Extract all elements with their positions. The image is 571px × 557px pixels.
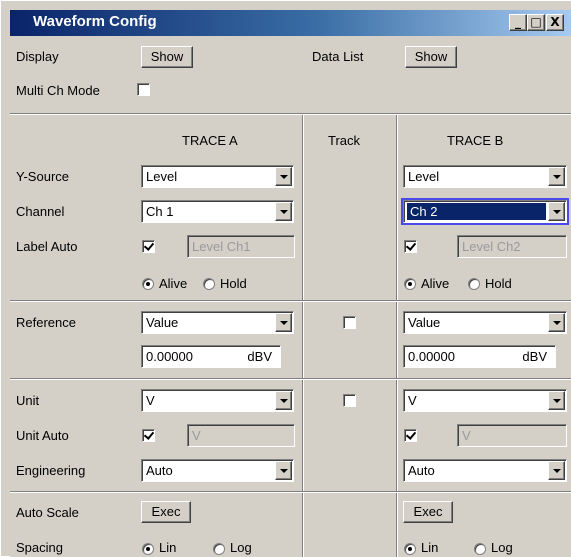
waveform-config-window: Waveform Config _ □ X Display Show Data … <box>0 0 571 557</box>
trace-a-unit-auto-value: V <box>192 428 201 443</box>
divider <box>10 113 571 115</box>
trace-a-alive-radio[interactable] <box>142 278 154 290</box>
trace-a-unit-select[interactable]: V <box>141 389 294 412</box>
restore-button[interactable]: □ <box>527 14 545 31</box>
trace-a-hold-label: Hold <box>220 276 247 291</box>
trace-b-ref-number: 0.00000 <box>408 349 455 364</box>
trace-a-label-value: Level Ch1 <box>192 239 251 254</box>
chevron-down-icon[interactable] <box>275 313 292 332</box>
chevron-down-icon[interactable] <box>548 313 565 332</box>
trace-a-reference-value: Value <box>146 315 179 330</box>
trace-a-alive-label: Alive <box>159 276 188 291</box>
trace-a-unit-auto-checkbox[interactable] <box>142 429 155 442</box>
trace-b-hold-label: Hold <box>485 276 512 291</box>
trace-a-lin-label: Lin <box>159 540 177 555</box>
trace-b-alive-label: Alive <box>421 276 450 291</box>
trace-b-reference-value-field[interactable]: 0.00000 dBV <box>403 345 556 368</box>
engineering-label: Engineering <box>16 463 86 478</box>
chevron-down-icon[interactable] <box>548 167 565 186</box>
trace-a-label-field: Level Ch1 <box>187 235 295 258</box>
divider <box>10 300 571 302</box>
trace-a-auto-scale-button[interactable]: Exec <box>141 501 191 523</box>
divider <box>10 378 571 380</box>
trace-a-log-label: Log <box>230 540 252 555</box>
trace-b-lin-radio[interactable] <box>404 543 416 555</box>
chevron-down-icon[interactable] <box>275 461 292 480</box>
chevron-down-icon[interactable] <box>548 391 565 410</box>
chevron-down-icon[interactable] <box>275 391 292 410</box>
y-source-label: Y-Source <box>16 169 69 184</box>
trace-b-unit-select[interactable]: V <box>403 389 567 412</box>
chevron-down-icon[interactable] <box>275 167 292 186</box>
channel-label: Channel <box>16 204 65 219</box>
trace-b-reference-value: Value <box>408 315 441 330</box>
trace-a-engineering-select[interactable]: Auto <box>141 459 294 482</box>
trace-a-label-auto-checkbox[interactable] <box>142 240 155 253</box>
trace-b-header: TRACE B <box>447 133 504 148</box>
trace-b-label-auto-checkbox[interactable] <box>404 240 417 253</box>
trace-a-ref-number: 0.00000 <box>146 349 193 364</box>
trace-a-hold-radio[interactable] <box>203 278 215 290</box>
trace-a-log-radio[interactable] <box>213 543 225 555</box>
trace-b-label-field: Level Ch2 <box>457 235 567 258</box>
data-list-show-button[interactable]: Show <box>405 46 457 68</box>
trace-a-lin-radio[interactable] <box>142 543 154 555</box>
trace-b-ref-unit: dBV <box>522 349 547 364</box>
trace-b-y-source-value: Level <box>408 169 440 184</box>
trace-b-channel-value: Ch 2 <box>407 203 546 220</box>
trace-b-unit-auto-checkbox[interactable] <box>404 429 417 442</box>
trace-b-lin-label: Lin <box>421 540 439 555</box>
divider <box>10 491 571 493</box>
trace-a-ref-unit: dBV <box>247 349 272 364</box>
trace-a-reference-select[interactable]: Value <box>141 311 294 334</box>
trace-a-channel-select[interactable]: Ch 1 <box>141 200 294 223</box>
config-panel: Display Show Data List Show Multi Ch Mod… <box>10 37 571 557</box>
close-button[interactable]: X <box>546 14 564 31</box>
label-auto-label: Label Auto <box>16 239 78 254</box>
chevron-down-icon[interactable] <box>548 461 565 480</box>
track-reference-checkbox[interactable] <box>343 316 356 329</box>
trace-a-unit-value: V <box>146 393 155 408</box>
multi-ch-mode-checkbox[interactable] <box>137 83 150 96</box>
trace-b-engineering-value: Auto <box>408 463 435 478</box>
trace-b-log-label: Log <box>491 540 513 555</box>
trace-b-unit-auto-value: V <box>462 428 471 443</box>
trace-a-engineering-value: Auto <box>146 463 173 478</box>
data-list-label: Data List <box>312 49 364 64</box>
trace-a-channel-value: Ch 1 <box>146 204 174 219</box>
minimize-button[interactable]: _ <box>509 14 527 31</box>
unit-auto-label: Unit Auto <box>16 428 69 443</box>
display-show-button[interactable]: Show <box>141 46 193 68</box>
display-label: Display <box>16 49 59 64</box>
title-bar[interactable]: Waveform Config _ □ X <box>10 10 571 36</box>
trace-b-hold-radio[interactable] <box>468 278 480 290</box>
chevron-down-icon[interactable] <box>275 202 292 221</box>
unit-label: Unit <box>16 393 40 408</box>
trace-b-label-value: Level Ch2 <box>462 239 521 254</box>
trace-a-unit-auto-field: V <box>187 424 295 447</box>
trace-a-y-source-value: Level <box>146 169 178 184</box>
track-unit-checkbox[interactable] <box>343 394 356 407</box>
trace-b-unit-value: V <box>408 393 417 408</box>
track-header: Track <box>328 133 361 148</box>
reference-label: Reference <box>16 315 76 330</box>
trace-b-reference-select[interactable]: Value <box>403 311 567 334</box>
trace-b-engineering-select[interactable]: Auto <box>403 459 567 482</box>
trace-b-unit-auto-field: V <box>457 424 567 447</box>
spacing-label: Spacing <box>16 540 63 555</box>
auto-scale-label: Auto Scale <box>16 505 79 520</box>
chevron-down-icon[interactable] <box>548 202 565 221</box>
trace-b-alive-radio[interactable] <box>404 278 416 290</box>
trace-b-channel-select[interactable]: Ch 2 <box>401 198 569 225</box>
trace-b-auto-scale-button[interactable]: Exec <box>403 501 453 523</box>
trace-b-log-radio[interactable] <box>474 543 486 555</box>
trace-a-y-source-select[interactable]: Level <box>141 165 294 188</box>
window-title: Waveform Config <box>33 13 157 30</box>
multi-ch-mode-label: Multi Ch Mode <box>16 83 100 98</box>
trace-b-y-source-select[interactable]: Level <box>403 165 567 188</box>
trace-a-reference-value-field[interactable]: 0.00000 dBV <box>141 345 281 368</box>
trace-a-header: TRACE A <box>182 133 238 148</box>
